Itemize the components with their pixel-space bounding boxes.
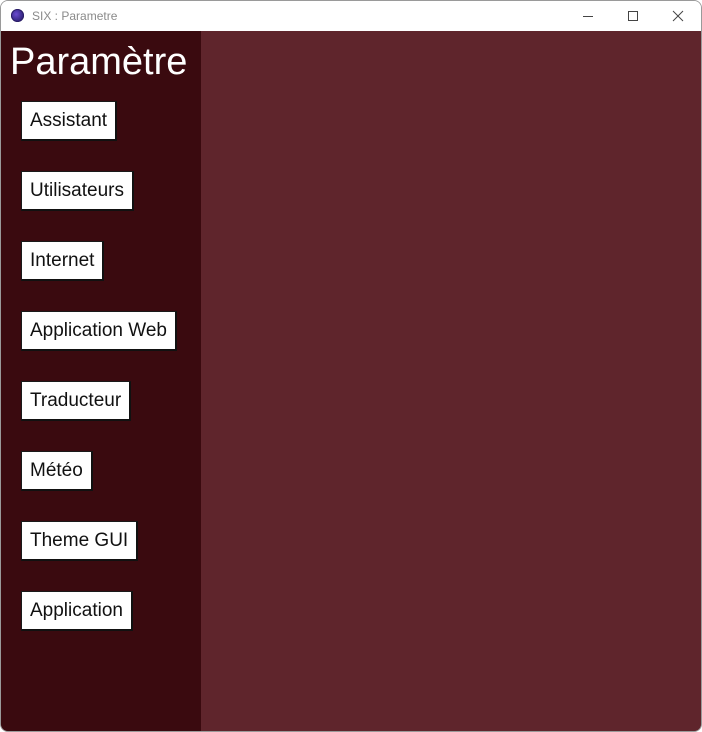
sidebar-title: Paramètre: [10, 41, 188, 83]
web-application-button[interactable]: Application Web: [21, 311, 177, 351]
window-title: SIX : Parametre: [32, 9, 118, 23]
nav-item: Internet: [21, 241, 177, 281]
nav-item: Utilisateurs: [21, 171, 177, 211]
close-icon: [672, 10, 684, 22]
content-area: Paramètre Assistant Utilisateurs Interne…: [1, 31, 701, 731]
nav-item: Traducteur: [21, 381, 177, 421]
users-button[interactable]: Utilisateurs: [21, 171, 134, 211]
weather-button[interactable]: Météo: [21, 451, 93, 491]
nav-item: Application: [21, 591, 177, 631]
minimize-icon: [583, 16, 593, 17]
translator-button[interactable]: Traducteur: [21, 381, 132, 421]
main-panel: [201, 31, 701, 731]
close-button[interactable]: [655, 1, 701, 31]
nav-item: Application Web: [21, 311, 177, 351]
minimize-button[interactable]: [565, 1, 611, 31]
assistant-button[interactable]: Assistant: [21, 101, 118, 141]
maximize-button[interactable]: [610, 1, 656, 31]
maximize-icon: [628, 11, 638, 21]
nav-item: Theme GUI: [21, 521, 177, 561]
nav-item: Météo: [21, 451, 177, 491]
app-window: SIX : Parametre Paramètre Assistant Util…: [0, 0, 702, 732]
application-button[interactable]: Application: [21, 591, 133, 631]
internet-button[interactable]: Internet: [21, 241, 105, 281]
app-logo-icon: [11, 9, 24, 22]
sidebar: Paramètre Assistant Utilisateurs Interne…: [1, 31, 201, 731]
theme-gui-button[interactable]: Theme GUI: [21, 521, 139, 561]
nav-item: Assistant: [21, 101, 177, 141]
settings-nav: Assistant Utilisateurs Internet Applicat…: [21, 101, 177, 661]
title-bar[interactable]: SIX : Parametre: [1, 1, 701, 31]
